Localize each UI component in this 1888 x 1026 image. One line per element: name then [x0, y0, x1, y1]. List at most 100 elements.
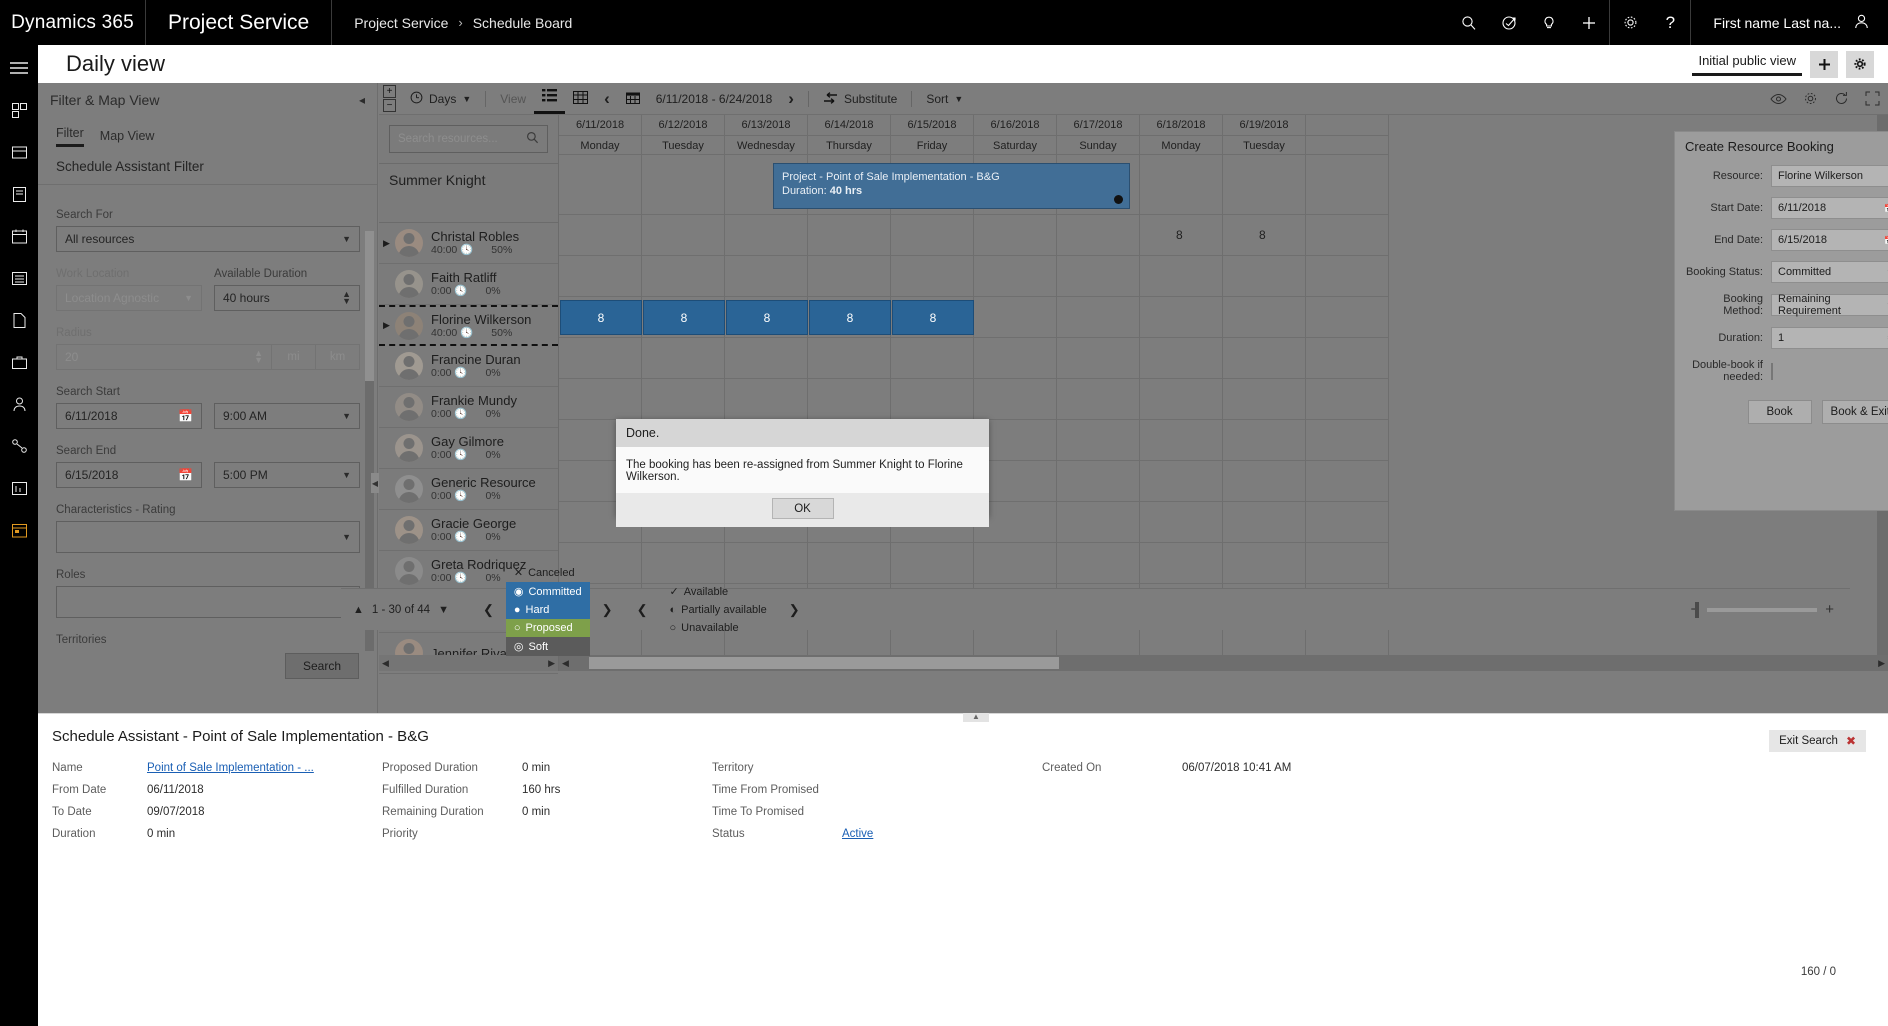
timeline-cell[interactable]: [974, 543, 1056, 584]
timeline-cell[interactable]: [1140, 256, 1222, 297]
plus-icon[interactable]: [1569, 0, 1609, 45]
availability-next-icon[interactable]: ❯: [781, 602, 808, 618]
panel-resize-grabber[interactable]: ▲: [963, 713, 989, 722]
tab-initial-public-view[interactable]: Initial public view: [1692, 53, 1802, 76]
list-icon[interactable]: [6, 265, 32, 291]
list-view-button[interactable]: [534, 84, 566, 114]
timeline-cell[interactable]: [1057, 256, 1139, 297]
resource-row[interactable]: Gay Gilmore 0:00 🕓 0%: [379, 428, 558, 469]
timeline-cell[interactable]: [1223, 155, 1305, 215]
legend-chip-hard[interactable]: ● Hard: [505, 601, 590, 619]
resource-header-summer-knight[interactable]: Summer Knight: [379, 163, 558, 223]
timeline-cell[interactable]: [559, 215, 641, 256]
date-picker-button[interactable]: [618, 84, 648, 114]
calendar-icon[interactable]: 📅: [1884, 236, 1888, 245]
summer-knight-booking-block[interactable]: Project - Point of Sale Implementation -…: [773, 163, 1130, 209]
resource-list-hscrollbar[interactable]: ◀ ▶: [379, 655, 559, 671]
exit-search-button[interactable]: Exit Search ✖: [1769, 730, 1866, 752]
network-icon[interactable]: [6, 433, 32, 459]
timeline-cell[interactable]: [642, 543, 724, 584]
timeline-cell[interactable]: [1140, 338, 1222, 379]
timeline-cell[interactable]: [974, 256, 1056, 297]
resource-input[interactable]: Florine Wilkerson: [1771, 165, 1888, 187]
expand-all-icon[interactable]: +: [383, 85, 396, 98]
timeline-cell[interactable]: [1223, 420, 1305, 461]
timeline-cell[interactable]: [1140, 379, 1222, 420]
timeline-cell[interactable]: [1057, 543, 1139, 584]
page-down-icon[interactable]: ▼: [438, 604, 449, 616]
page-icon[interactable]: [6, 307, 32, 333]
tab-map-view[interactable]: Map View: [100, 129, 155, 147]
expand-fullscreen-icon[interactable]: [1857, 84, 1888, 114]
eye-icon[interactable]: [1762, 84, 1795, 114]
ok-button[interactable]: OK: [771, 498, 834, 519]
calendar-icon[interactable]: 📅: [1884, 204, 1888, 213]
timeline-cell[interactable]: [1306, 420, 1388, 461]
timeline-cell[interactable]: [808, 256, 890, 297]
page-up-icon[interactable]: ▲: [353, 604, 364, 616]
timeline-cell[interactable]: [808, 215, 890, 256]
duration-input[interactable]: 1▲▼: [1771, 327, 1888, 349]
board-settings-gear-icon[interactable]: [1795, 84, 1826, 114]
days-selector[interactable]: Days ▼: [402, 84, 479, 114]
dynamics-brand[interactable]: Dynamics 365: [0, 0, 146, 45]
timeline-cell[interactable]: [974, 215, 1056, 256]
timeline-cell[interactable]: [1223, 297, 1305, 338]
timeline-cell[interactable]: [1306, 379, 1388, 420]
previous-period-button[interactable]: ‹: [596, 84, 618, 114]
timeline-cell[interactable]: [1306, 502, 1388, 543]
search-button[interactable]: Search: [285, 653, 359, 679]
search-end-date-input[interactable]: 6/15/2018 📅: [56, 462, 202, 488]
timeline-cell[interactable]: [1140, 420, 1222, 461]
dashboard-icon[interactable]: [6, 97, 32, 123]
grid-view-button[interactable]: [565, 84, 596, 114]
chart-icon[interactable]: [6, 475, 32, 501]
sort-button[interactable]: Sort ▼: [918, 84, 971, 114]
substitute-button[interactable]: Substitute: [815, 84, 905, 114]
timeline-cell[interactable]: [642, 338, 724, 379]
zoom-slider-knob[interactable]: [1695, 601, 1700, 618]
roles-select[interactable]: ▼: [56, 586, 360, 618]
collapse-all-icon[interactable]: −: [383, 99, 396, 112]
book-button[interactable]: Book: [1747, 400, 1812, 424]
timeline-cell[interactable]: [891, 543, 973, 584]
resource-row[interactable]: Gracie George 0:00 🕓 0%: [379, 510, 558, 551]
search-icon[interactable]: [526, 131, 539, 147]
timeline-cell[interactable]: [642, 155, 724, 215]
timeline-cell[interactable]: [725, 256, 807, 297]
timeline-cell[interactable]: [891, 379, 973, 420]
resource-row[interactable]: ▶ Christal Robles 40:00 🕓 50%: [379, 223, 558, 264]
spinner-icon[interactable]: ▲▼: [254, 349, 263, 365]
checkcircle-arrow-icon[interactable]: [1489, 0, 1529, 45]
calendar-icon[interactable]: [6, 223, 32, 249]
timeline-cell[interactable]: [891, 338, 973, 379]
booking-cell[interactable]: 8: [809, 300, 891, 335]
zoom-slider[interactable]: [1695, 601, 1818, 618]
booking-status-input[interactable]: Committed▼: [1771, 261, 1888, 283]
availability-prev-icon[interactable]: ❮: [629, 602, 656, 618]
scroll-right-icon[interactable]: ▶: [548, 658, 555, 669]
booking-cell[interactable]: 8: [560, 300, 642, 335]
timeline-cell[interactable]: [891, 256, 973, 297]
timeline-cell[interactable]: [1223, 543, 1305, 584]
booking-cell[interactable]: 8: [643, 300, 725, 335]
work-location-select[interactable]: Location Agnostic ▼: [56, 285, 202, 311]
timeline-cell[interactable]: [1057, 502, 1139, 543]
booking-cell[interactable]: 8: [726, 300, 808, 335]
search-resources-input[interactable]: Search resources...: [389, 125, 548, 153]
timeline-cell[interactable]: [725, 338, 807, 379]
search-start-date-input[interactable]: 6/11/2018 📅: [56, 403, 202, 429]
availability-chip-unavailable[interactable]: ○ Unavailable: [661, 619, 774, 637]
timeline-cell[interactable]: [1306, 215, 1388, 256]
timeline-cell[interactable]: [1057, 215, 1139, 256]
calendar-icon[interactable]: 📅: [178, 468, 193, 482]
timeline-cell[interactable]: [974, 379, 1056, 420]
timeline-cell[interactable]: [1140, 155, 1222, 215]
timeline-cell[interactable]: [559, 256, 641, 297]
timeline-cell[interactable]: [559, 379, 641, 420]
dashboard-grid-icon[interactable]: [6, 139, 32, 165]
timeline-cell[interactable]: [808, 543, 890, 584]
timeline-cell[interactable]: [1306, 155, 1388, 215]
legend-chip-canceled[interactable]: ✕ Canceled: [506, 563, 590, 582]
timeline-cell[interactable]: [1306, 338, 1388, 379]
